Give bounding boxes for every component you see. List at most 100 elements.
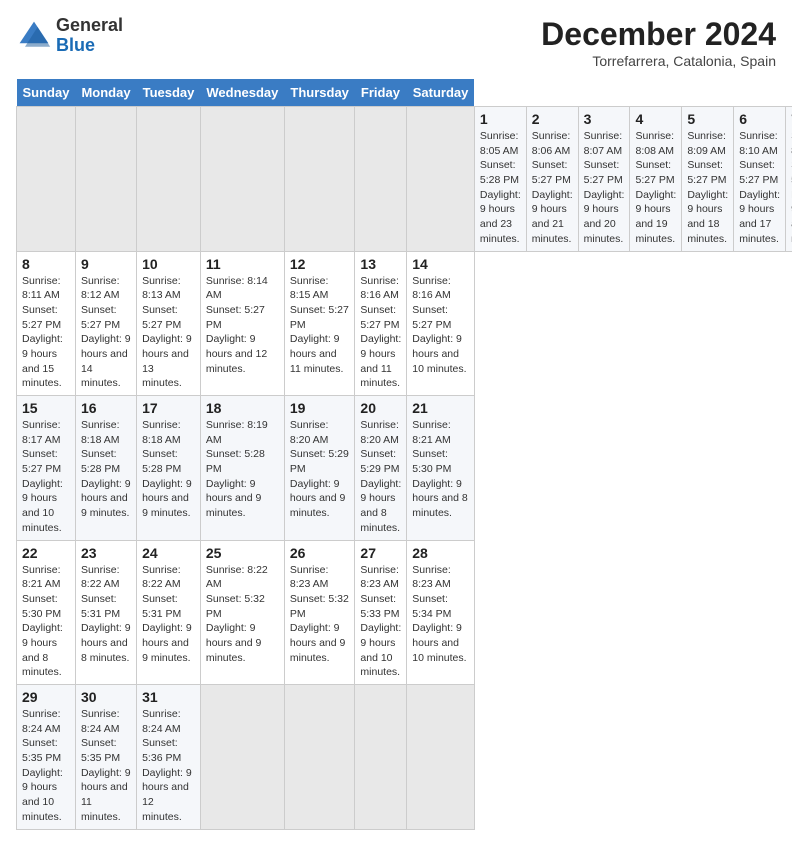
calendar-day-cell — [284, 685, 355, 830]
calendar-week-row: 15 Sunrise: 8:17 AM Sunset: 5:27 PM Dayl… — [17, 396, 792, 541]
day-number: 13 — [360, 256, 401, 272]
day-number: 26 — [290, 545, 350, 561]
calendar-week-row: 1 Sunrise: 8:05 AM Sunset: 5:28 PM Dayli… — [17, 107, 792, 252]
day-info: Sunrise: 8:15 AM Sunset: 5:27 PM Dayligh… — [290, 274, 350, 377]
day-info: Sunrise: 8:16 AM Sunset: 5:27 PM Dayligh… — [412, 274, 469, 377]
logo-icon — [16, 18, 52, 54]
logo-blue: Blue — [56, 35, 95, 55]
day-info: Sunrise: 8:18 AM Sunset: 5:28 PM Dayligh… — [81, 418, 131, 521]
day-info: Sunrise: 8:10 AM Sunset: 5:27 PM Dayligh… — [739, 129, 780, 247]
calendar-day-cell: 12 Sunrise: 8:15 AM Sunset: 5:27 PM Dayl… — [284, 251, 355, 396]
calendar-day-cell: 17 Sunrise: 8:18 AM Sunset: 5:28 PM Dayl… — [137, 396, 201, 541]
calendar-week-row: 29 Sunrise: 8:24 AM Sunset: 5:35 PM Dayl… — [17, 685, 792, 830]
day-number: 2 — [532, 111, 573, 127]
day-number: 25 — [206, 545, 279, 561]
title-block: December 2024 Torrefarrera, Catalonia, S… — [541, 16, 776, 69]
day-info: Sunrise: 8:23 AM Sunset: 5:32 PM Dayligh… — [290, 563, 350, 666]
day-info: Sunrise: 8:20 AM Sunset: 5:29 PM Dayligh… — [360, 418, 401, 536]
calendar-body: 1 Sunrise: 8:05 AM Sunset: 5:28 PM Dayli… — [17, 107, 792, 830]
day-info: Sunrise: 8:12 AM Sunset: 5:27 PM Dayligh… — [81, 274, 131, 392]
day-number: 9 — [81, 256, 131, 272]
day-number: 12 — [290, 256, 350, 272]
calendar-day-cell — [407, 107, 475, 252]
day-number: 8 — [22, 256, 70, 272]
day-number: 18 — [206, 400, 279, 416]
day-number: 30 — [81, 689, 131, 705]
day-info: Sunrise: 8:09 AM Sunset: 5:27 PM Dayligh… — [687, 129, 728, 247]
day-number: 10 — [142, 256, 195, 272]
day-of-week-header: Friday — [355, 79, 407, 107]
day-info: Sunrise: 8:19 AM Sunset: 5:28 PM Dayligh… — [206, 418, 279, 521]
calendar-day-cell: 21 Sunrise: 8:21 AM Sunset: 5:30 PM Dayl… — [407, 396, 475, 541]
calendar-day-cell — [284, 107, 355, 252]
day-of-week-header: Monday — [75, 79, 136, 107]
calendar-day-cell: 4 Sunrise: 8:08 AM Sunset: 5:27 PM Dayli… — [630, 107, 682, 252]
calendar-day-cell: 7 Sunrise: 8:11 AM Sunset: 5:27 PM Dayli… — [786, 107, 792, 252]
calendar-day-cell: 5 Sunrise: 8:09 AM Sunset: 5:27 PM Dayli… — [682, 107, 734, 252]
calendar-day-cell: 14 Sunrise: 8:16 AM Sunset: 5:27 PM Dayl… — [407, 251, 475, 396]
day-number: 14 — [412, 256, 469, 272]
calendar-day-cell: 6 Sunrise: 8:10 AM Sunset: 5:27 PM Dayli… — [734, 107, 786, 252]
calendar-day-cell: 15 Sunrise: 8:17 AM Sunset: 5:27 PM Dayl… — [17, 396, 76, 541]
day-number: 28 — [412, 545, 469, 561]
logo: General Blue — [16, 16, 123, 56]
calendar-day-cell: 30 Sunrise: 8:24 AM Sunset: 5:35 PM Dayl… — [75, 685, 136, 830]
calendar-week-row: 8 Sunrise: 8:11 AM Sunset: 5:27 PM Dayli… — [17, 251, 792, 396]
day-info: Sunrise: 8:13 AM Sunset: 5:27 PM Dayligh… — [142, 274, 195, 392]
calendar-day-cell: 22 Sunrise: 8:21 AM Sunset: 5:30 PM Dayl… — [17, 540, 76, 685]
day-number: 24 — [142, 545, 195, 561]
day-number: 20 — [360, 400, 401, 416]
calendar-day-cell: 20 Sunrise: 8:20 AM Sunset: 5:29 PM Dayl… — [355, 396, 407, 541]
calendar-header-row: SundayMondayTuesdayWednesdayThursdayFrid… — [17, 79, 792, 107]
location-title: Torrefarrera, Catalonia, Spain — [541, 53, 776, 69]
day-info: Sunrise: 8:07 AM Sunset: 5:27 PM Dayligh… — [584, 129, 625, 247]
calendar-day-cell: 2 Sunrise: 8:06 AM Sunset: 5:27 PM Dayli… — [526, 107, 578, 252]
day-number: 3 — [584, 111, 625, 127]
day-number: 4 — [635, 111, 676, 127]
calendar-day-cell: 23 Sunrise: 8:22 AM Sunset: 5:31 PM Dayl… — [75, 540, 136, 685]
day-info: Sunrise: 8:24 AM Sunset: 5:35 PM Dayligh… — [81, 707, 131, 825]
header: General Blue December 2024 Torrefarrera,… — [16, 16, 776, 69]
day-number: 27 — [360, 545, 401, 561]
calendar-day-cell — [200, 685, 284, 830]
day-info: Sunrise: 8:21 AM Sunset: 5:30 PM Dayligh… — [22, 563, 70, 681]
calendar-day-cell — [200, 107, 284, 252]
day-number: 21 — [412, 400, 469, 416]
calendar-day-cell: 1 Sunrise: 8:05 AM Sunset: 5:28 PM Dayli… — [474, 107, 526, 252]
calendar-day-cell: 25 Sunrise: 8:22 AM Sunset: 5:32 PM Dayl… — [200, 540, 284, 685]
day-of-week-header: Thursday — [284, 79, 355, 107]
day-number: 29 — [22, 689, 70, 705]
calendar-day-cell: 11 Sunrise: 8:14 AM Sunset: 5:27 PM Dayl… — [200, 251, 284, 396]
calendar-day-cell — [407, 685, 475, 830]
calendar-day-cell: 28 Sunrise: 8:23 AM Sunset: 5:34 PM Dayl… — [407, 540, 475, 685]
day-of-week-header: Sunday — [17, 79, 76, 107]
calendar-day-cell: 19 Sunrise: 8:20 AM Sunset: 5:29 PM Dayl… — [284, 396, 355, 541]
day-number: 5 — [687, 111, 728, 127]
day-info: Sunrise: 8:17 AM Sunset: 5:27 PM Dayligh… — [22, 418, 70, 536]
day-info: Sunrise: 8:21 AM Sunset: 5:30 PM Dayligh… — [412, 418, 469, 521]
day-number: 17 — [142, 400, 195, 416]
calendar-table: SundayMondayTuesdayWednesdayThursdayFrid… — [16, 79, 792, 830]
calendar-week-row: 22 Sunrise: 8:21 AM Sunset: 5:30 PM Dayl… — [17, 540, 792, 685]
day-info: Sunrise: 8:14 AM Sunset: 5:27 PM Dayligh… — [206, 274, 279, 377]
day-number: 6 — [739, 111, 780, 127]
logo-general: General — [56, 15, 123, 35]
calendar-day-cell: 26 Sunrise: 8:23 AM Sunset: 5:32 PM Dayl… — [284, 540, 355, 685]
logo-text: General Blue — [56, 16, 123, 56]
calendar-day-cell — [137, 107, 201, 252]
calendar-day-cell: 31 Sunrise: 8:24 AM Sunset: 5:36 PM Dayl… — [137, 685, 201, 830]
calendar-day-cell: 9 Sunrise: 8:12 AM Sunset: 5:27 PM Dayli… — [75, 251, 136, 396]
day-number: 1 — [480, 111, 521, 127]
day-number: 11 — [206, 256, 279, 272]
calendar-day-cell: 3 Sunrise: 8:07 AM Sunset: 5:27 PM Dayli… — [578, 107, 630, 252]
day-info: Sunrise: 8:22 AM Sunset: 5:31 PM Dayligh… — [81, 563, 131, 666]
day-info: Sunrise: 8:16 AM Sunset: 5:27 PM Dayligh… — [360, 274, 401, 392]
day-info: Sunrise: 8:18 AM Sunset: 5:28 PM Dayligh… — [142, 418, 195, 521]
calendar-day-cell — [355, 685, 407, 830]
day-info: Sunrise: 8:11 AM Sunset: 5:27 PM Dayligh… — [22, 274, 70, 392]
calendar-day-cell: 18 Sunrise: 8:19 AM Sunset: 5:28 PM Dayl… — [200, 396, 284, 541]
calendar-day-cell: 27 Sunrise: 8:23 AM Sunset: 5:33 PM Dayl… — [355, 540, 407, 685]
day-of-week-header: Wednesday — [200, 79, 284, 107]
day-info: Sunrise: 8:06 AM Sunset: 5:27 PM Dayligh… — [532, 129, 573, 247]
calendar-day-cell — [17, 107, 76, 252]
